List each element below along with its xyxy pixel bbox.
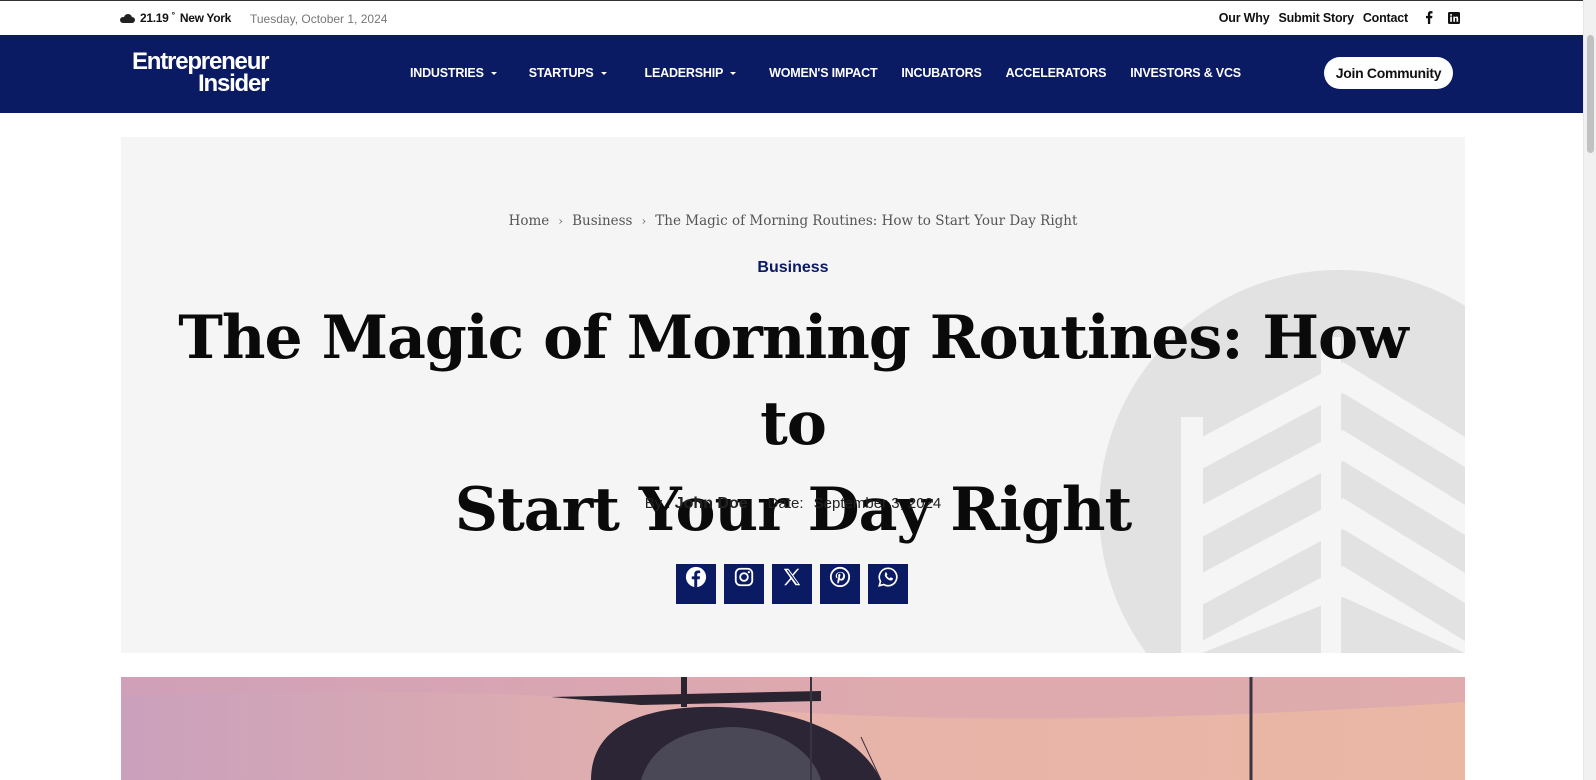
pinterest-icon (829, 566, 851, 588)
main-nav: Entrepreneur Insider INDUSTRIES STARTUPS… (0, 35, 1583, 113)
nav-menu: INDUSTRIES STARTUPS LEADERSHIP WOMEN'S I… (410, 66, 1241, 80)
chevron-right-icon: › (641, 214, 647, 228)
breadcrumb-home[interactable]: Home (509, 213, 550, 229)
cloud-icon (120, 13, 135, 23)
weather-widget: 21.19 ° New York (120, 10, 232, 25)
date-label: Date: (767, 495, 804, 512)
nav-item-investors-vcs[interactable]: INVESTORS & VCS (1130, 66, 1241, 80)
by-label: By : (644, 495, 671, 512)
share-whatsapp-button[interactable] (868, 564, 908, 604)
nav-item-label: INVESTORS & VCS (1130, 66, 1241, 80)
chevron-right-icon: › (558, 214, 564, 228)
byline: By : John Doe (645, 495, 748, 513)
nav-item-label: INCUBATORS (901, 66, 982, 80)
nav-item-startups[interactable]: STARTUPS (529, 66, 607, 80)
nav-item-label: STARTUPS (528, 66, 594, 80)
temperature: 21.19 (140, 11, 169, 25)
x-icon (783, 568, 801, 586)
caret-down-icon (490, 71, 497, 75)
facebook-icon (685, 566, 707, 588)
caret-down-icon (730, 71, 737, 75)
link-submit-story[interactable]: Submit Story (1278, 11, 1354, 25)
scrollbar-thumb[interactable] (1587, 35, 1594, 153)
top-bar: 21.19 ° New York Tuesday, October 1, 202… (0, 0, 1583, 35)
share-pinterest-button[interactable] (820, 564, 860, 604)
current-date: Tuesday, October 1, 2024 (250, 12, 388, 26)
site-logo[interactable]: Entrepreneur Insider (132, 50, 270, 97)
publish-date: September 3, 2024 (813, 495, 942, 512)
share-facebook-button[interactable] (676, 564, 716, 604)
link-contact[interactable]: Contact (1363, 11, 1408, 25)
whatsapp-icon (878, 567, 898, 587)
title-line-1: The Magic of Morning Routines: How to (178, 303, 1408, 459)
caret-down-icon (600, 71, 607, 75)
top-links: Our Why Submit Story Contact (1219, 11, 1408, 25)
nav-item-industries[interactable]: INDUSTRIES (410, 66, 497, 80)
weather-city: New York (179, 11, 232, 25)
link-our-why[interactable]: Our Why (1219, 11, 1270, 25)
breadcrumb-business[interactable]: Business (572, 213, 632, 229)
nav-item-incubators[interactable]: INCUBATORS (901, 66, 981, 80)
author-name[interactable]: John Doe (675, 495, 748, 512)
nav-item-label: LEADERSHIP (644, 66, 724, 80)
breadcrumb-current: The Magic of Morning Routines: How to St… (655, 213, 1078, 229)
temperature-unit: ° (171, 10, 176, 20)
nav-item-label: ACCELERATORS (1005, 66, 1107, 80)
article-hero: Home › Business › The Magic of Morning R… (121, 137, 1465, 653)
facebook-icon[interactable] (1422, 11, 1435, 24)
nav-item-label: WOMEN'S IMPACT (769, 66, 878, 80)
nav-item-leadership[interactable]: LEADERSHIP (645, 66, 737, 80)
instagram-icon (734, 567, 754, 587)
join-community-button[interactable]: Join Community (1324, 57, 1453, 89)
featured-image (121, 677, 1465, 780)
breadcrumb: Home › Business › The Magic of Morning R… (121, 213, 1465, 229)
nav-item-label: INDUSTRIES (410, 66, 484, 80)
nav-item-womens-impact[interactable]: WOMEN'S IMPACT (769, 66, 877, 80)
yacht-silhouette (121, 677, 1465, 780)
linkedin-icon[interactable] (1447, 11, 1460, 24)
top-social (1422, 11, 1460, 24)
article-meta: By : John Doe Date: September 3, 2024 (121, 495, 1465, 513)
nav-item-accelerators[interactable]: ACCELERATORS (1006, 66, 1107, 80)
logo-line-2: Insider (198, 69, 269, 97)
share-buttons (676, 564, 908, 604)
article-title: The Magic of Morning Routines: How to St… (141, 295, 1445, 553)
dateline: Date: September 3, 2024 (768, 495, 942, 513)
share-x-button[interactable] (772, 564, 812, 604)
page-scrollbar[interactable] (1583, 0, 1596, 780)
category-link[interactable]: Business (121, 259, 1465, 277)
share-instagram-button[interactable] (724, 564, 764, 604)
